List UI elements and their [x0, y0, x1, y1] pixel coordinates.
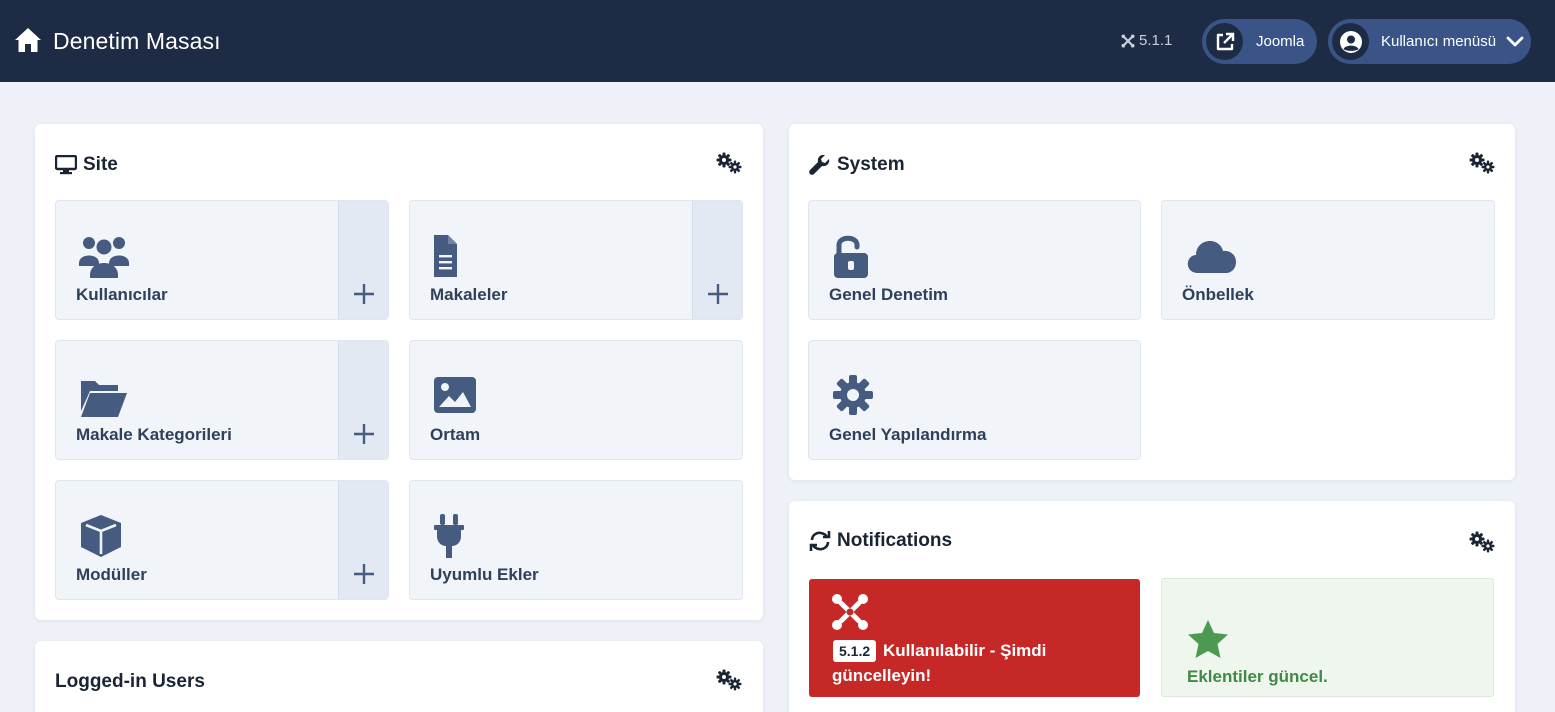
add-module-button[interactable]: [338, 481, 388, 599]
logged-in-users-title: Logged-in Users: [55, 671, 205, 692]
joomla-logo-icon: [1121, 34, 1135, 47]
tile-global-configuration[interactable]: Genel Yapılandırma: [808, 340, 1141, 460]
tile-cache[interactable]: Önbellek: [1161, 200, 1495, 320]
joomla-update-notification[interactable]: 5.1.2 Kullanılabilir - Şimdi güncelleyin…: [809, 579, 1140, 697]
plus-icon: [354, 424, 374, 444]
site-panel-title: Site: [55, 154, 118, 176]
update-text-line1: Kullanılabilir - Şimdi: [883, 641, 1047, 660]
home-icon[interactable]: [14, 27, 42, 53]
tile-articles-label: Makaleler: [430, 285, 508, 304]
update-text-line2: güncelleyin!: [832, 666, 932, 685]
version-info: 5.1.1: [1121, 32, 1172, 49]
folder-open-icon: [81, 381, 127, 417]
add-user-button[interactable]: [338, 201, 388, 319]
user-menu-label: Kullanıcı menüsü: [1381, 33, 1497, 50]
plus-icon: [354, 564, 374, 584]
tile-modules-label: Modüller: [76, 565, 147, 584]
tile-media[interactable]: Ortam: [409, 340, 743, 460]
update-version-badge: 5.1.2: [833, 640, 877, 662]
tile-global-check-in-label: Genel Denetim: [829, 285, 949, 304]
file-alt-icon: [434, 235, 457, 277]
star-icon: [1188, 620, 1228, 658]
joomla-site-button[interactable]: Joomla: [1202, 19, 1317, 64]
cloud-icon: [1187, 241, 1236, 273]
tile-extensions[interactable]: Uyumlu Ekler: [409, 480, 743, 600]
extensions-uptodate-notification[interactable]: Eklentiler güncel.: [1161, 578, 1494, 697]
panel-options-cogs-icon[interactable]: [716, 669, 742, 691]
panel-options-cogs-icon[interactable]: [1469, 152, 1495, 174]
joomla-logo-icon: [832, 594, 868, 630]
tile-article-categories[interactable]: Makale Kategorileri: [55, 340, 389, 460]
tile-modules[interactable]: Modüller: [55, 480, 389, 600]
tile-users-label: Kullanıcılar: [76, 285, 168, 304]
plus-icon: [354, 284, 374, 304]
tile-extensions-label: Uyumlu Ekler: [430, 565, 539, 584]
panel-options-cogs-icon[interactable]: [1469, 531, 1495, 553]
tile-users[interactable]: Kullanıcılar: [55, 200, 389, 320]
panel-options-cogs-icon[interactable]: [716, 152, 742, 174]
add-category-button[interactable]: [338, 341, 388, 459]
cube-icon: [81, 515, 121, 557]
user-circle-icon: [1332, 23, 1369, 60]
plus-icon: [708, 284, 728, 304]
tile-global-configuration-label: Genel Yapılandırma: [829, 425, 987, 444]
joomla-button-label: Joomla: [1256, 33, 1305, 50]
notifications-panel-title: Notifications: [809, 530, 952, 552]
page-title: Denetim Masası: [53, 28, 221, 54]
extensions-uptodate-text: Eklentiler güncel.: [1187, 667, 1328, 686]
tile-media-label: Ortam: [430, 425, 481, 444]
plug-icon: [434, 514, 464, 558]
image-icon: [434, 377, 476, 413]
logged-in-users-panel: Logged-in Users: [35, 641, 763, 712]
users-icon: [79, 237, 129, 278]
chevron-down-icon: [1506, 36, 1524, 46]
top-header: Denetim Masası 5.1.1 Joomla Kullanıcı me…: [0, 0, 1555, 82]
version-number: 5.1.1: [1139, 32, 1173, 49]
system-panel-title: System: [809, 154, 905, 176]
external-link-icon: [1206, 23, 1243, 60]
desktop-icon: [55, 155, 77, 175]
unlock-icon: [834, 235, 868, 278]
user-menu-button[interactable]: Kullanıcı menüsü: [1328, 19, 1531, 64]
tile-cache-label: Önbellek: [1182, 285, 1254, 304]
sync-icon: [809, 531, 831, 551]
wrench-icon: [809, 155, 830, 175]
tile-article-categories-label: Makale Kategorileri: [76, 425, 232, 444]
tile-global-check-in[interactable]: Genel Denetim: [808, 200, 1141, 320]
cog-icon: [833, 375, 873, 415]
add-article-button[interactable]: [692, 201, 742, 319]
tile-articles[interactable]: Makaleler: [409, 200, 743, 320]
